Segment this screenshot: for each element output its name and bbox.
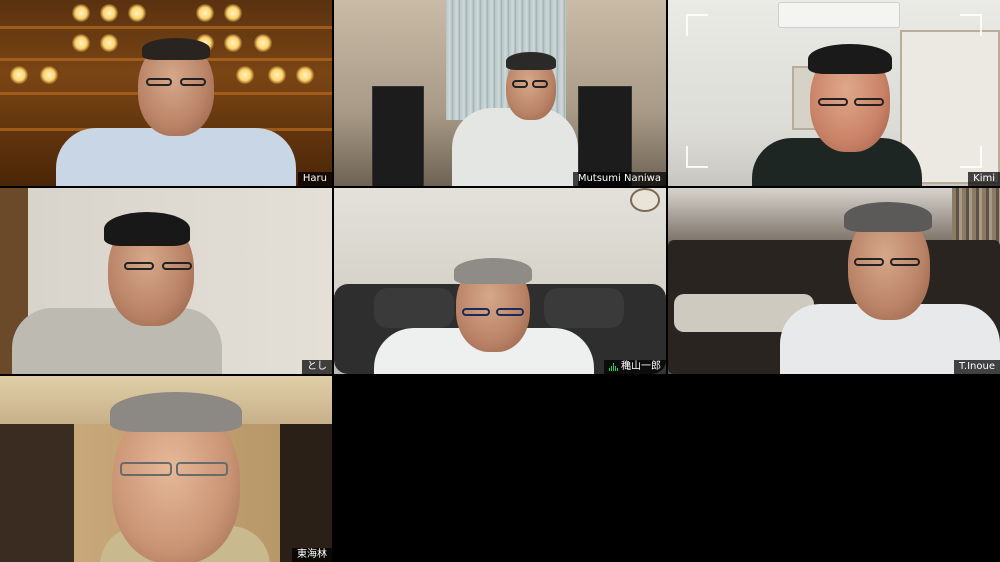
participant-name-label: 東海林 (292, 548, 332, 562)
wall-clock (630, 188, 660, 212)
video-tile-shoji[interactable]: 東海林 (0, 376, 332, 562)
video-tile-toshi[interactable]: とし (0, 188, 332, 374)
video-tile-mutsumi-naniwa[interactable]: Mutsumi Naniwa (334, 0, 666, 186)
participant-name-label: とし (302, 360, 332, 374)
air-conditioner (778, 2, 900, 28)
video-feed (0, 188, 332, 374)
video-tile-t-inoue[interactable]: T.Inoue (668, 188, 1000, 374)
video-feed (334, 0, 666, 186)
video-tile-haru[interactable]: Haru (0, 0, 332, 186)
video-gallery-grid: Haru Mutsumi Naniwa Kimi とし 穐山一郎 T.Inoue… (0, 0, 1000, 562)
participant-name-label: Haru (297, 172, 332, 186)
video-feed (668, 0, 1000, 186)
audio-level-icon (609, 363, 618, 371)
video-feed (0, 0, 332, 186)
participant-name-label: 穐山一郎 (604, 360, 666, 374)
video-feed (668, 188, 1000, 374)
participant-name-label: Kimi (968, 172, 1000, 186)
video-tile-kimi[interactable]: Kimi (668, 0, 1000, 186)
participant-name-label: T.Inoue (954, 360, 1000, 374)
video-feed (334, 188, 666, 374)
video-tile-active-speaker[interactable]: 穐山一郎 (334, 188, 666, 374)
participant-name-label: Mutsumi Naniwa (572, 172, 666, 186)
video-feed (0, 376, 332, 562)
